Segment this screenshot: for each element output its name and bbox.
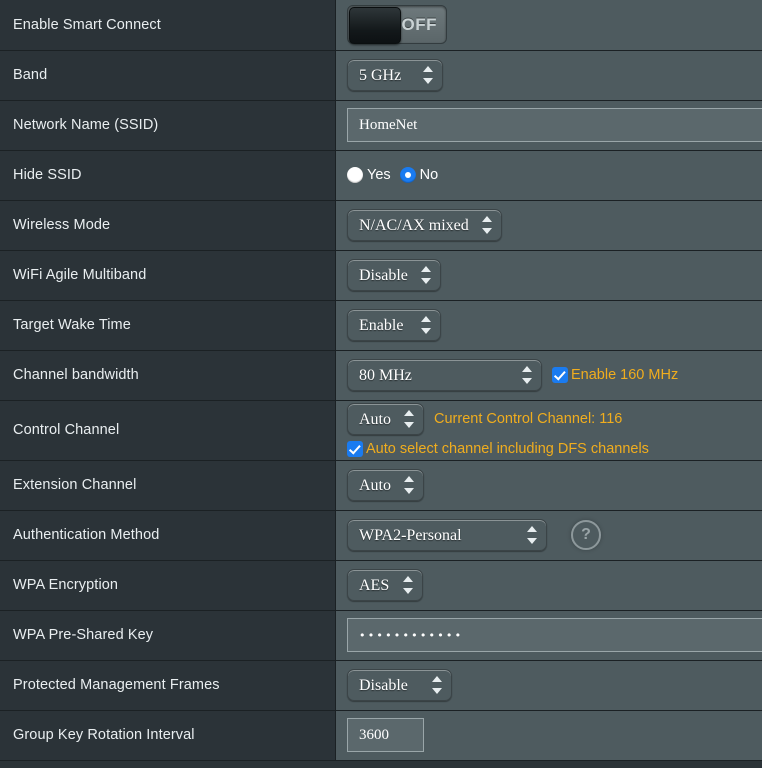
row-label-agile-multiband: WiFi Agile Multiband <box>0 250 336 300</box>
smart-connect-toggle[interactable]: OFF <box>347 5 447 45</box>
row-label-hide-ssid: Hide SSID <box>0 150 336 200</box>
table-row-channel-bandwidth: Channel bandwidth 80 MHz Enable 160 MHz <box>0 350 762 400</box>
stepper-arrows-icon <box>421 315 432 335</box>
ssid-input[interactable]: HomeNet <box>347 108 762 142</box>
table-row-wireless-mode: Wireless Mode N/AC/AX mixed <box>0 200 762 250</box>
row-value-extension-channel: Auto <box>335 460 762 510</box>
toggle-state-label: OFF <box>401 15 437 35</box>
group-key-rotation-input[interactable]: 3600 <box>347 718 424 752</box>
wireless-mode-select-value: N/AC/AX mixed <box>359 217 469 234</box>
row-value-authentication-method: WPA2-Personal ? <box>335 510 762 560</box>
row-value-wpa-encryption: AES <box>335 560 762 610</box>
row-label-pmf: Protected Management Frames <box>0 660 336 710</box>
pmf-select-value: Disable <box>359 677 408 694</box>
wireless-settings-table: Enable Smart Connect OFF Band 5 GHz Netw… <box>0 0 762 761</box>
stepper-arrows-icon <box>403 575 414 595</box>
wpa-encryption-select-value: AES <box>359 577 390 594</box>
channel-bandwidth-select[interactable]: 80 MHz <box>347 359 542 391</box>
table-row-group-key-rotation: Group Key Rotation Interval 3600 <box>0 710 762 760</box>
row-label-authentication-method: Authentication Method <box>0 510 336 560</box>
control-channel-select[interactable]: Auto <box>347 403 424 435</box>
table-row-control-channel: Control Channel Auto Current Control Cha… <box>0 400 762 460</box>
row-label-extension-channel: Extension Channel <box>0 460 336 510</box>
hide-ssid-radio-group: Yes No <box>347 167 762 183</box>
auto-select-dfs-label: Auto select channel including DFS channe… <box>366 441 649 457</box>
wpa-psk-input[interactable]: •••••••••••• <box>347 618 762 652</box>
radio-label-no: No <box>419 167 439 183</box>
row-value-agile-multiband: Disable <box>335 250 762 300</box>
help-circle-icon[interactable]: ? <box>571 520 601 550</box>
toggle-knob <box>349 7 401 45</box>
current-control-channel-note: Current Control Channel: 116 <box>434 411 623 427</box>
table-row-ssid: Network Name (SSID) HomeNet <box>0 100 762 150</box>
row-label-wpa-encryption: WPA Encryption <box>0 560 336 610</box>
target-wake-time-select[interactable]: Enable <box>347 309 441 341</box>
radio-dot-icon <box>347 167 363 183</box>
band-select-value: 5 GHz <box>359 67 402 84</box>
checkbox-checked-icon <box>347 441 363 457</box>
agile-multiband-select[interactable]: Disable <box>347 259 441 291</box>
row-value-control-channel: Auto Current Control Channel: 116 Auto s… <box>335 400 762 460</box>
stepper-arrows-icon <box>404 475 415 495</box>
stepper-arrows-icon <box>527 525 538 545</box>
row-value-wireless-mode: N/AC/AX mixed <box>335 200 762 250</box>
row-label-band: Band <box>0 50 336 100</box>
stepper-arrows-icon <box>482 215 493 235</box>
row-label-control-channel: Control Channel <box>0 400 336 460</box>
row-label-wpa-psk: WPA Pre-Shared Key <box>0 610 336 660</box>
table-row-wpa-psk: WPA Pre-Shared Key •••••••••••• <box>0 610 762 660</box>
row-label-smart-connect: Enable Smart Connect <box>0 0 336 50</box>
table-row-hide-ssid: Hide SSID Yes No <box>0 150 762 200</box>
row-value-hide-ssid: Yes No <box>335 150 762 200</box>
row-value-wpa-psk: •••••••••••• <box>335 610 762 660</box>
stepper-arrows-icon <box>423 65 434 85</box>
table-row-agile-multiband: WiFi Agile Multiband Disable <box>0 250 762 300</box>
hide-ssid-radio-no[interactable]: No <box>399 167 439 183</box>
row-value-smart-connect: OFF <box>335 0 762 50</box>
row-label-target-wake-time: Target Wake Time <box>0 300 336 350</box>
auto-select-dfs-checkbox[interactable]: Auto select channel including DFS channe… <box>347 441 762 457</box>
extension-channel-select[interactable]: Auto <box>347 469 424 501</box>
wireless-mode-select[interactable]: N/AC/AX mixed <box>347 209 502 241</box>
target-wake-time-select-value: Enable <box>359 317 404 334</box>
agile-multiband-select-value: Disable <box>359 267 408 284</box>
wpa-encryption-select[interactable]: AES <box>347 569 423 601</box>
channel-bandwidth-select-value: 80 MHz <box>359 367 412 384</box>
row-label-channel-bandwidth: Channel bandwidth <box>0 350 336 400</box>
table-row-authentication-method: Authentication Method WPA2-Personal ? <box>0 510 762 560</box>
enable-160mhz-label: Enable 160 MHz <box>571 367 679 383</box>
stepper-arrows-icon <box>404 409 415 429</box>
table-row-extension-channel: Extension Channel Auto <box>0 460 762 510</box>
table-row-smart-connect: Enable Smart Connect OFF <box>0 0 762 50</box>
authentication-method-select-value: WPA2-Personal <box>359 527 462 544</box>
row-label-wireless-mode: Wireless Mode <box>0 200 336 250</box>
hide-ssid-radio-yes[interactable]: Yes <box>347 167 391 183</box>
row-value-target-wake-time: Enable <box>335 300 762 350</box>
radio-dot-selected-icon <box>399 167 416 183</box>
checkbox-checked-icon <box>552 367 568 383</box>
radio-label-yes: Yes <box>367 167 391 183</box>
row-value-group-key-rotation: 3600 <box>335 710 762 760</box>
band-select[interactable]: 5 GHz <box>347 59 443 91</box>
row-value-ssid: HomeNet <box>335 100 762 150</box>
stepper-arrows-icon <box>522 365 533 385</box>
table-row-target-wake-time: Target Wake Time Enable <box>0 300 762 350</box>
table-row-wpa-encryption: WPA Encryption AES <box>0 560 762 610</box>
table-row-band: Band 5 GHz <box>0 50 762 100</box>
row-value-pmf: Disable <box>335 660 762 710</box>
enable-160mhz-checkbox[interactable]: Enable 160 MHz <box>552 367 678 383</box>
wpa-psk-masked-value: •••••••••••• <box>359 629 464 642</box>
control-channel-select-value: Auto <box>359 411 391 428</box>
row-label-ssid: Network Name (SSID) <box>0 100 336 150</box>
row-label-group-key-rotation: Group Key Rotation Interval <box>0 710 336 760</box>
stepper-arrows-icon <box>432 675 443 695</box>
pmf-select[interactable]: Disable <box>347 669 452 701</box>
row-value-band: 5 GHz <box>335 50 762 100</box>
stepper-arrows-icon <box>421 265 432 285</box>
authentication-method-select[interactable]: WPA2-Personal <box>347 519 547 551</box>
table-row-pmf: Protected Management Frames Disable <box>0 660 762 710</box>
extension-channel-select-value: Auto <box>359 477 391 494</box>
row-value-channel-bandwidth: 80 MHz Enable 160 MHz <box>335 350 762 400</box>
